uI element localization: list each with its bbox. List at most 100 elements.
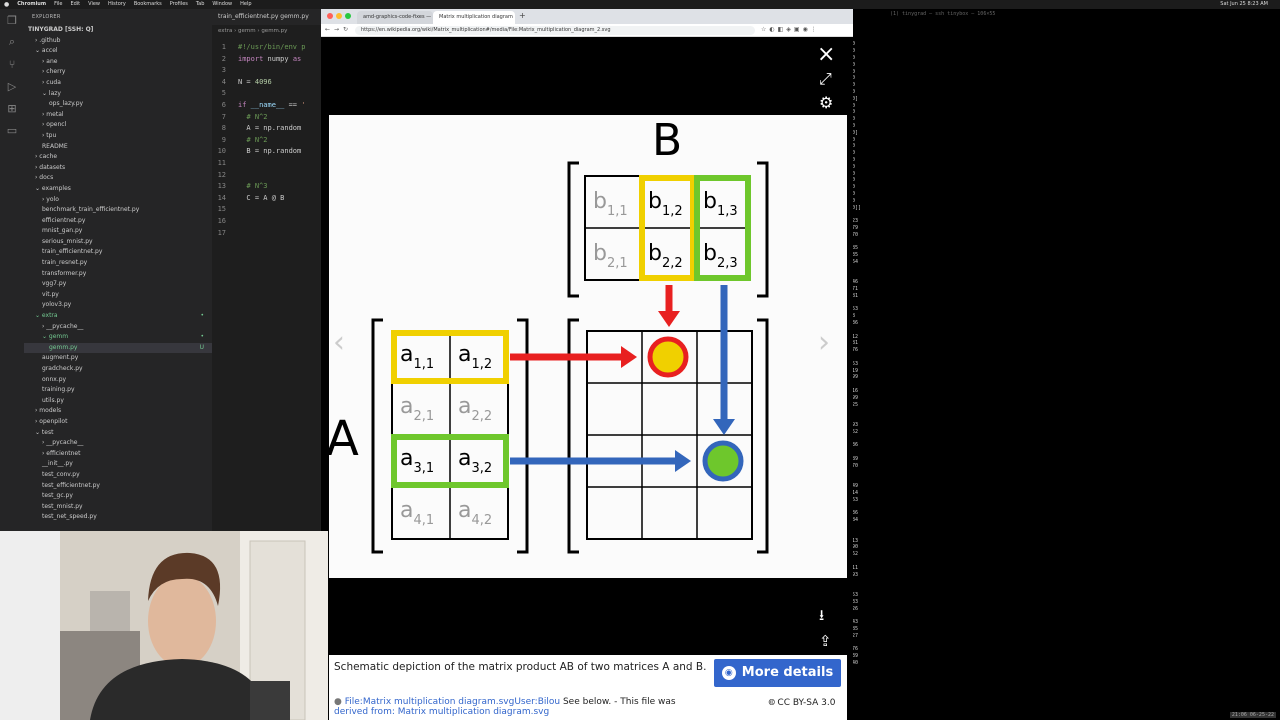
derived-note[interactable]: derived from: Matrix multiplication diag… bbox=[334, 707, 549, 717]
address-bar[interactable]: https://en.wikipedia.org/wiki/Matrix_mul… bbox=[355, 26, 755, 35]
menu-item-view[interactable]: View bbox=[88, 0, 100, 9]
menu-item-window[interactable]: Window bbox=[212, 0, 232, 9]
file-tree-item[interactable]: gemm.py U bbox=[24, 342, 212, 354]
file-tree-item[interactable]: yolov3.py bbox=[24, 300, 212, 311]
file-tree-item[interactable]: efficientnet.py bbox=[24, 216, 212, 227]
code-line[interactable]: 8 A = np.random bbox=[212, 123, 322, 135]
extensions-icon[interactable]: ⊞ bbox=[0, 97, 24, 119]
file-tree-item[interactable]: ⌄ accel bbox=[24, 46, 212, 57]
more-details-button[interactable]: ◉ More details bbox=[714, 659, 841, 687]
file-tree-item[interactable]: › yolo bbox=[24, 195, 212, 206]
code-view[interactable]: 1 #!/usr/bin/env p 2 import numpy as 3 4 N = 4… bbox=[212, 42, 322, 239]
file-tree-item[interactable]: vit.py bbox=[24, 290, 212, 301]
file-tree-item[interactable]: benchmark_train_efficientnet.py bbox=[24, 205, 212, 216]
zoom-window-icon[interactable] bbox=[345, 13, 351, 19]
extensions-icons[interactable]: ☆◐◧◈▣◉⋮ bbox=[761, 26, 820, 33]
file-tree-item[interactable]: › .github bbox=[24, 36, 212, 47]
file-tree-item[interactable]: test_conv.py bbox=[24, 470, 212, 481]
menu-item-chromium[interactable]: Chromium bbox=[17, 0, 46, 9]
code-line[interactable]: 4 N = 4096 bbox=[212, 77, 322, 89]
editor-tabs[interactable]: train_efficientnet.py gemm.py bbox=[212, 9, 322, 25]
code-line[interactable]: 14 C = A @ B bbox=[212, 193, 322, 205]
file-tree-item[interactable]: serious_mnist.py bbox=[24, 237, 212, 248]
file-tree-item[interactable]: train_resnet.py bbox=[24, 258, 212, 269]
clock[interactable]: Sat Jun 25 8:23 AM bbox=[1220, 0, 1268, 9]
code-line[interactable]: 16 bbox=[212, 216, 322, 228]
search-icon[interactable]: ⌕ bbox=[0, 31, 24, 53]
file-tree-item[interactable]: › cuda bbox=[24, 78, 212, 89]
code-line[interactable]: 17 bbox=[212, 228, 322, 240]
file-tree-item[interactable]: transformer.py bbox=[24, 269, 212, 280]
menu-item-help[interactable]: Help bbox=[240, 0, 251, 9]
code-line[interactable]: 7 # N^2 bbox=[212, 112, 322, 124]
minimize-window-icon[interactable] bbox=[336, 13, 342, 19]
new-tab-button[interactable]: + bbox=[519, 11, 526, 20]
code-line[interactable]: 11 bbox=[212, 158, 322, 170]
file-tree-item[interactable]: augment.py bbox=[24, 353, 212, 364]
share-icon[interactable]: ⇪ bbox=[819, 633, 832, 649]
reload-icon[interactable]: ↻ bbox=[343, 26, 348, 33]
menu-item-tab[interactable]: Tab bbox=[196, 0, 204, 9]
menu-item-history[interactable]: History bbox=[108, 0, 126, 9]
explorer-root[interactable]: TINYGRAD [SSH: Q] bbox=[24, 25, 212, 36]
menu-item-edit[interactable]: Edit bbox=[70, 0, 80, 9]
close-icon[interactable]: × bbox=[817, 44, 835, 66]
file-tree-item[interactable]: › cherry bbox=[24, 67, 212, 78]
tab-amd-graphics[interactable]: amd-graphics-code-fixes — G bbox=[357, 11, 433, 24]
file-tree-item[interactable]: ⌄ test bbox=[24, 428, 212, 439]
run-debug-icon[interactable]: ▷ bbox=[0, 75, 24, 97]
file-tree-item[interactable]: test_gc.py bbox=[24, 491, 212, 502]
breadcrumb[interactable]: extra › gemm › gemm.py bbox=[212, 25, 322, 38]
license[interactable]: 🅭 CC BY-SA 3.0 bbox=[769, 697, 835, 708]
file-tree-item[interactable]: › docs bbox=[24, 173, 212, 184]
file-tree-item[interactable]: __init__.py bbox=[24, 459, 212, 470]
file-tree-item[interactable]: ops_lazy.py bbox=[24, 99, 212, 110]
tab-matrix-multiplication[interactable]: Matrix multiplication diagram bbox=[433, 11, 515, 24]
user-link[interactable]: User:Bilou bbox=[514, 697, 560, 707]
code-line[interactable]: 10 B = np.random bbox=[212, 146, 322, 158]
file-tree-item[interactable]: test_efficientnet.py bbox=[24, 481, 212, 492]
back-icon[interactable]: ← bbox=[325, 26, 330, 33]
code-line[interactable]: 15 bbox=[212, 204, 322, 216]
menu-item-file[interactable]: File bbox=[54, 0, 62, 9]
file-tree-item[interactable]: test_mnist.py bbox=[24, 502, 212, 513]
apple-icon[interactable]: ● bbox=[4, 0, 9, 9]
fullscreen-icon[interactable]: ⤢ bbox=[819, 71, 832, 87]
file-tree-item[interactable]: train_efficientnet.py bbox=[24, 247, 212, 258]
download-icon[interactable]: ⭳ bbox=[819, 607, 824, 623]
close-window-icon[interactable] bbox=[327, 13, 333, 19]
file-tree-item[interactable]: onnx.py bbox=[24, 375, 212, 386]
file-link[interactable]: File:Matrix multiplication diagram.svg bbox=[345, 697, 515, 707]
file-tree-item[interactable]: training.py bbox=[24, 385, 212, 396]
file-tree-item[interactable]: › __pycache__ bbox=[24, 438, 212, 449]
code-line[interactable]: 3 bbox=[212, 65, 322, 77]
file-tree-item[interactable]: › openpilot bbox=[24, 417, 212, 428]
file-tree-item[interactable]: utils.py bbox=[24, 396, 212, 407]
file-tree-item[interactable]: vgg7.py bbox=[24, 279, 212, 290]
code-line[interactable]: 2 import numpy as bbox=[212, 54, 322, 66]
settings-icon[interactable]: ⚙ bbox=[819, 95, 833, 111]
file-tree-item[interactable]: ⌄ examples bbox=[24, 184, 212, 195]
file-tree-item[interactable]: ⌄ gemm • bbox=[24, 332, 212, 343]
file-tree-item[interactable]: ⌄ lazy bbox=[24, 89, 212, 100]
file-tree-item[interactable]: › ane bbox=[24, 57, 212, 68]
next-image-icon[interactable]: › bbox=[818, 328, 830, 358]
file-tree-item[interactable]: test_net_speed.py bbox=[24, 512, 212, 523]
file-tree-item[interactable]: › metal bbox=[24, 110, 212, 121]
file-tree-item[interactable]: gradcheck.py bbox=[24, 364, 212, 375]
code-line[interactable]: 5 bbox=[212, 88, 322, 100]
file-tree-item[interactable]: README bbox=[24, 142, 212, 153]
remote-explorer-icon[interactable]: ▭ bbox=[0, 119, 24, 141]
file-tree-item[interactable]: › tpu bbox=[24, 131, 212, 142]
files-icon[interactable]: ❐ bbox=[0, 9, 24, 31]
menu-item-profiles[interactable]: Profiles bbox=[170, 0, 188, 9]
menu-item-bookmarks[interactable]: Bookmarks bbox=[134, 0, 162, 9]
file-tree-item[interactable]: mnist_gan.py bbox=[24, 226, 212, 237]
file-tree-item[interactable]: ⌄ extra • bbox=[24, 311, 212, 322]
code-line[interactable]: 13 # N^3 bbox=[212, 181, 322, 193]
file-tree-item[interactable]: › __pycache__ bbox=[24, 322, 212, 333]
file-tree-item[interactable]: › efficientnet bbox=[24, 449, 212, 460]
code-line[interactable]: 12 bbox=[212, 170, 322, 182]
code-line[interactable]: 9 # N^2 bbox=[212, 135, 322, 147]
source-control-icon[interactable]: ⑂ bbox=[0, 53, 24, 75]
